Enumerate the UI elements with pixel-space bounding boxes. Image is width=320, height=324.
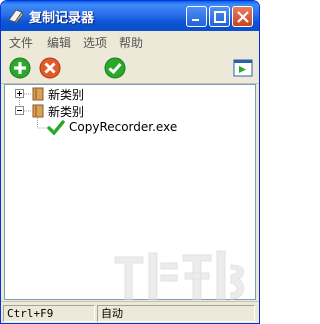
collapse-toggle[interactable] — [15, 106, 24, 115]
maximize-button[interactable] — [209, 6, 230, 27]
check-icon — [47, 119, 65, 137]
menu-bar: 文件 编辑 选项 帮助 — [1, 31, 259, 51]
tree-node-category[interactable]: 新类别 — [48, 103, 84, 120]
book-icon — [32, 87, 44, 101]
toolbar — [1, 51, 259, 84]
close-icon — [237, 11, 249, 23]
tree-node-program[interactable]: CopyRecorder.exe — [69, 120, 177, 134]
maximize-icon — [214, 11, 226, 23]
delete-button[interactable] — [39, 57, 61, 79]
app-window: 复制记录器 文件 编辑 选项 帮助 新类别 新类别 CopyRecorder.e… — [0, 0, 260, 324]
tree-node-category[interactable]: 新类别 — [48, 86, 84, 103]
minimize-button[interactable] — [186, 6, 207, 27]
status-shortcut: Ctrl+F9 — [3, 305, 95, 322]
window-title: 复制记录器 — [29, 11, 95, 26]
menu-options[interactable]: 选项 — [83, 34, 107, 51]
watermark-logo — [114, 250, 245, 300]
status-bar: Ctrl+F9 自动 — [1, 301, 259, 323]
menu-help[interactable]: 帮助 — [119, 34, 143, 51]
plus-icon — [9, 57, 31, 79]
expand-toggle[interactable] — [15, 89, 24, 98]
add-button[interactable] — [9, 57, 31, 79]
check-icon — [104, 57, 126, 79]
menu-edit[interactable]: 编辑 — [47, 34, 71, 51]
close-button[interactable] — [232, 6, 253, 27]
confirm-button[interactable] — [104, 57, 126, 79]
title-bar[interactable]: 复制记录器 — [1, 1, 259, 31]
app-icon — [7, 7, 25, 25]
run-button[interactable] — [232, 57, 254, 79]
book-icon — [32, 104, 44, 118]
menu-file[interactable]: 文件 — [9, 34, 33, 51]
minimize-icon — [192, 19, 199, 21]
play-window-icon — [233, 59, 253, 77]
status-mode: 自动 — [97, 305, 255, 322]
x-icon — [39, 57, 61, 79]
